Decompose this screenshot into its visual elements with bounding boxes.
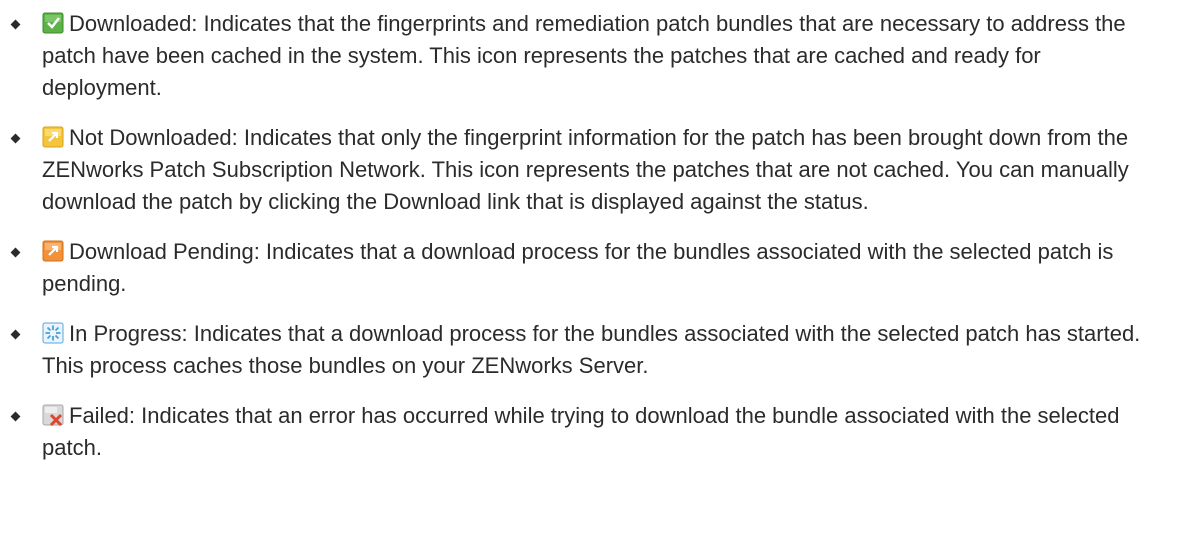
bullet-icon [10,133,21,144]
not-downloaded-icon [42,126,64,148]
list-item-in-progress: In Progress: Indicates that a download p… [0,318,1178,382]
item-text: Failed: Indicates that an error has occu… [42,403,1120,460]
bullet-icon [10,329,21,340]
item-text: Download Pending: Indicates that a downl… [42,239,1114,296]
bullet-icon [10,19,21,30]
list-item-not-downloaded: Not Downloaded: Indicates that only the … [0,122,1178,218]
download-pending-icon [42,240,64,262]
list-item-download-pending: Download Pending: Indicates that a downl… [0,236,1178,300]
downloaded-icon [42,12,64,34]
item-text: Downloaded: Indicates that the fingerpri… [42,11,1126,100]
item-text: Not Downloaded: Indicates that only the … [42,125,1129,214]
list-item-failed: Failed: Indicates that an error has occu… [0,400,1178,464]
list-item-downloaded: Downloaded: Indicates that the fingerpri… [0,8,1178,104]
item-text: In Progress: Indicates that a download p… [42,321,1141,378]
bullet-icon [10,411,21,422]
patch-status-list: Downloaded: Indicates that the fingerpri… [0,8,1178,464]
bullet-icon [10,247,21,258]
in-progress-icon [42,322,64,344]
failed-icon [42,404,64,426]
